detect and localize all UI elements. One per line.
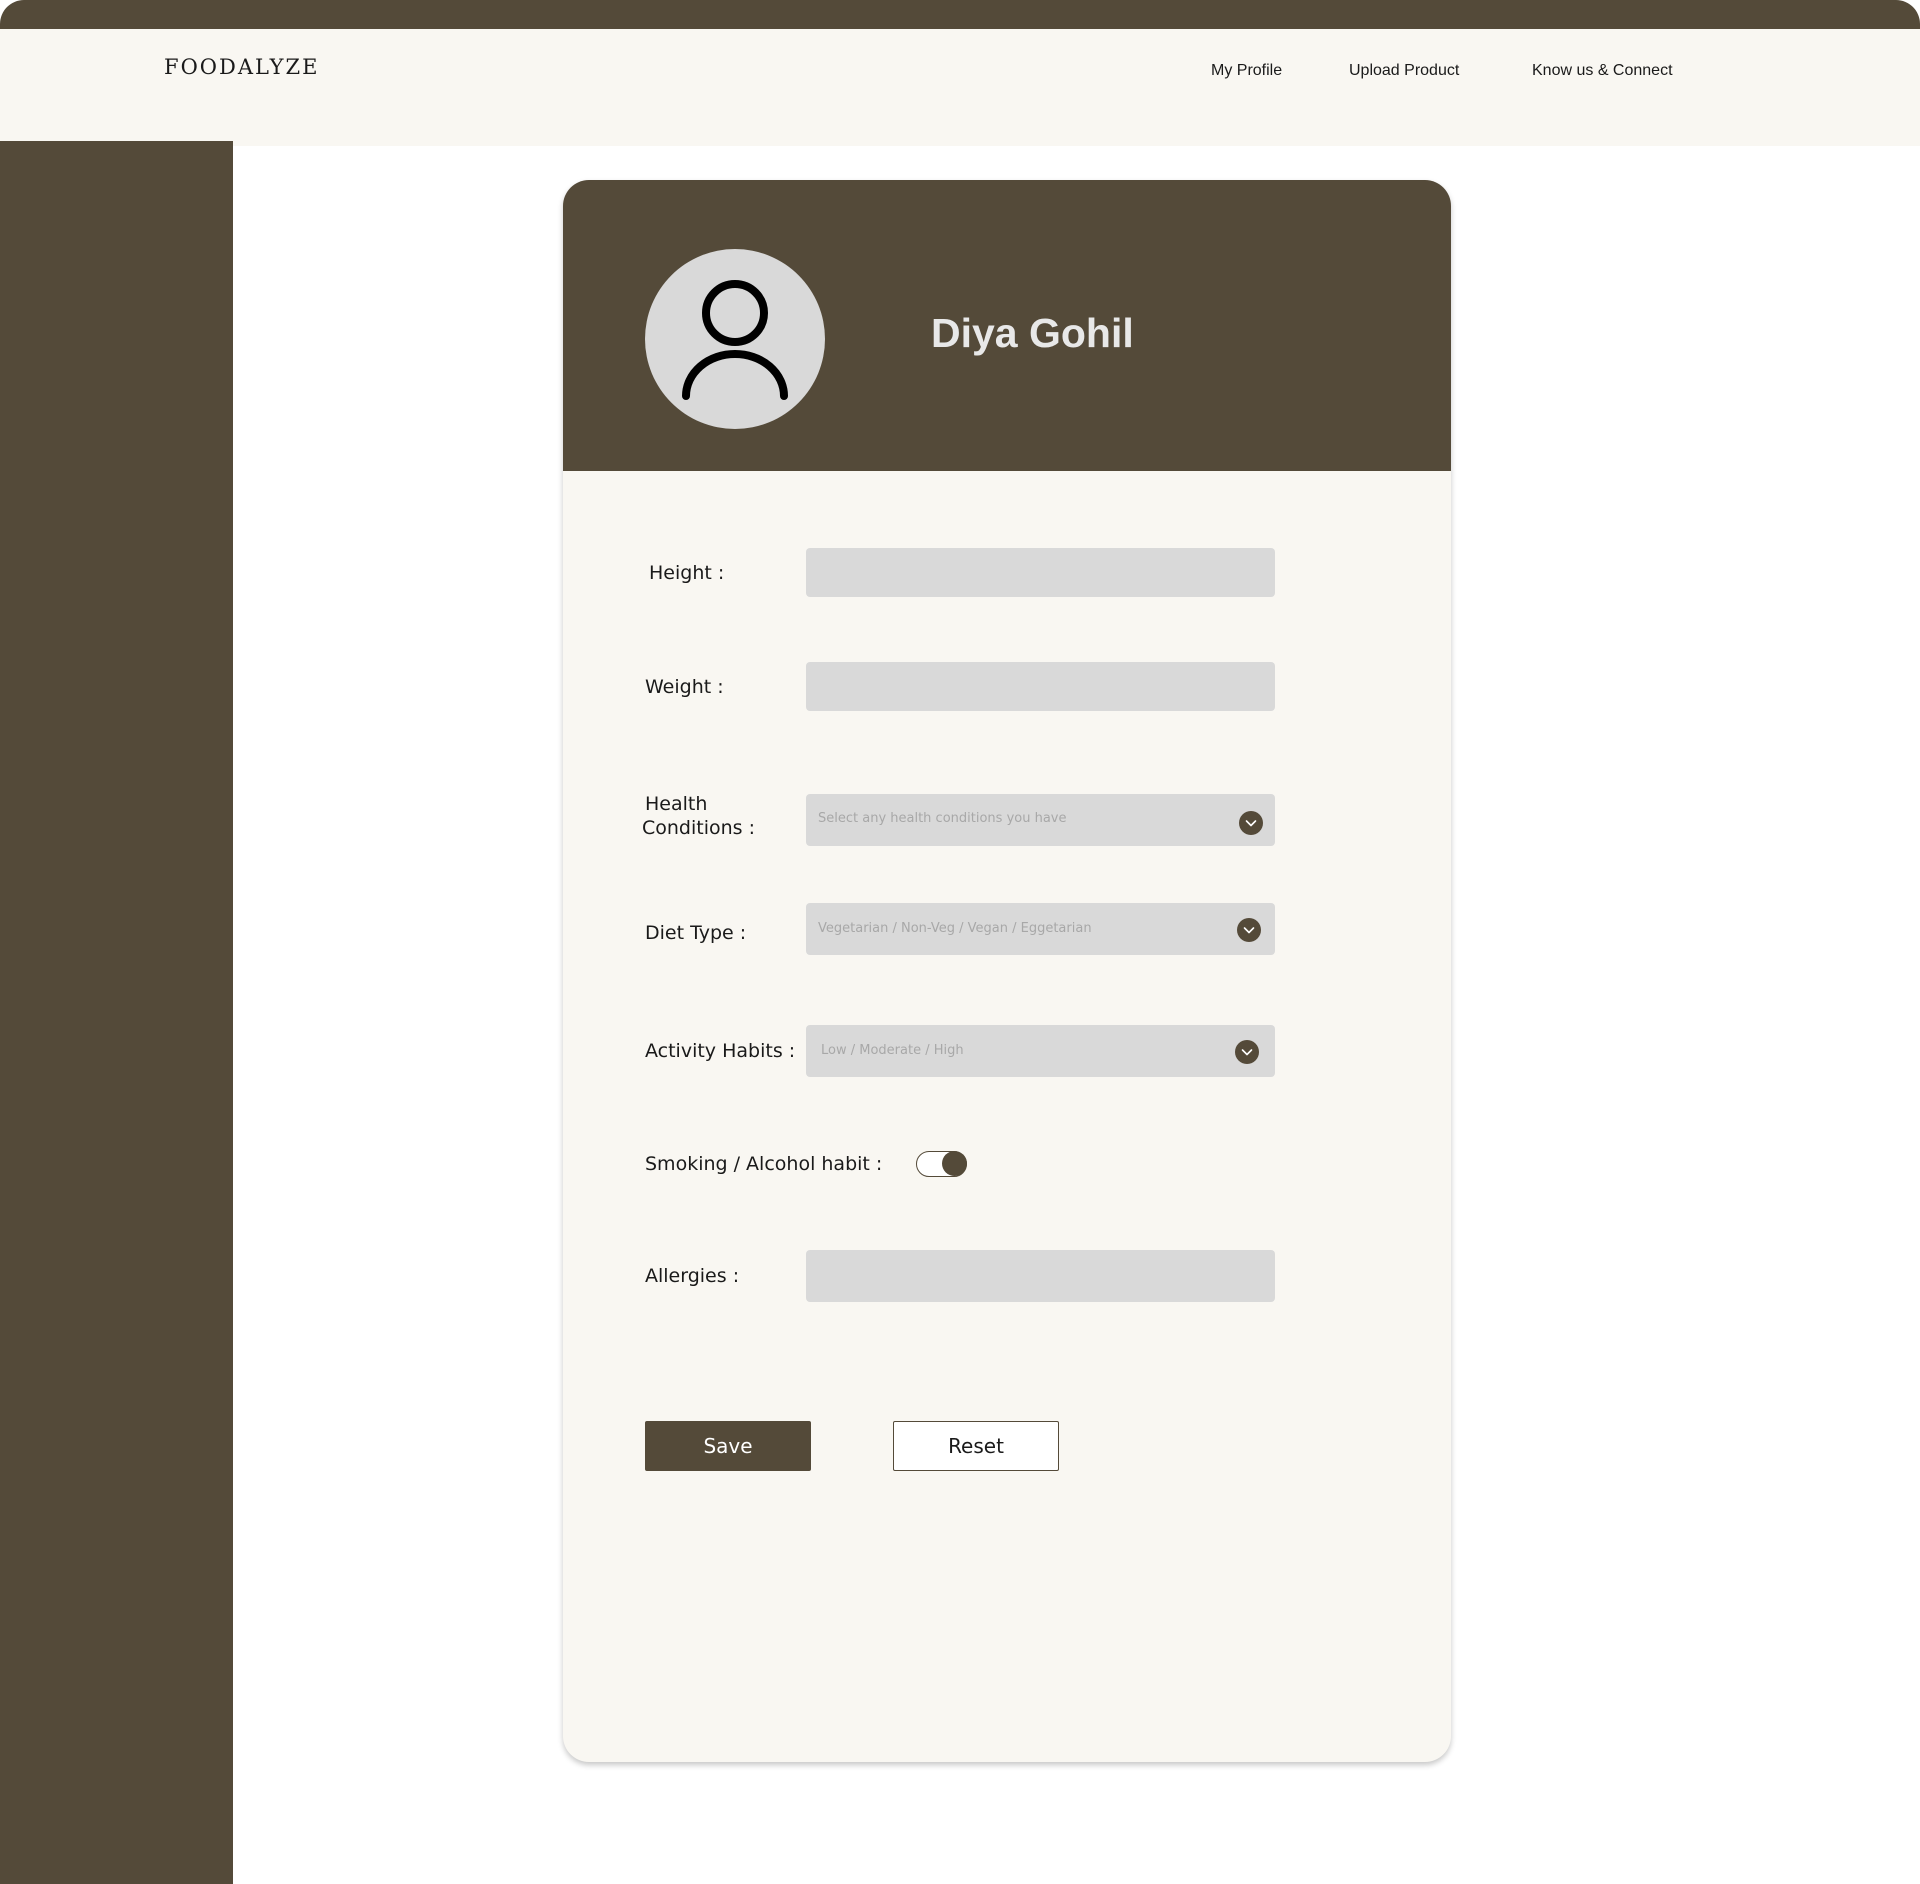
- activity-habits-select[interactable]: Low / Moderate / High: [806, 1025, 1275, 1077]
- user-icon: [682, 280, 788, 400]
- logo[interactable]: FOODALYZE: [164, 55, 319, 79]
- profile-header: Diya Gohil: [563, 180, 1451, 471]
- activity-habits-label: Activity Habits :: [645, 1040, 796, 1062]
- height-label: Height :: [649, 562, 725, 584]
- height-input[interactable]: [806, 548, 1275, 597]
- allergies-input[interactable]: [806, 1250, 1275, 1302]
- diet-type-placeholder: Vegetarian / Non-Veg / Vegan / Eggetaria…: [818, 921, 1092, 936]
- save-button[interactable]: Save: [645, 1421, 811, 1471]
- chevron-down-icon[interactable]: [1239, 811, 1263, 835]
- nav-know-us-connect[interactable]: Know us & Connect: [1532, 62, 1673, 80]
- allergies-label: Allergies :: [645, 1265, 740, 1287]
- diet-type-select[interactable]: Vegetarian / Non-Veg / Vegan / Eggetaria…: [806, 903, 1275, 955]
- user-name: Diya Gohil: [931, 310, 1134, 356]
- nav-upload-product[interactable]: Upload Product: [1349, 62, 1459, 80]
- smoking-alcohol-toggle[interactable]: [916, 1151, 967, 1177]
- profile-card: Diya Gohil Height : Weight : Health Cond…: [563, 180, 1451, 1762]
- sidebar: [0, 141, 233, 1884]
- activity-habits-placeholder: Low / Moderate / High: [821, 1043, 964, 1058]
- health-conditions-select[interactable]: Select any health conditions you have: [806, 794, 1275, 846]
- chevron-down-icon[interactable]: [1237, 918, 1261, 942]
- nav-my-profile[interactable]: My Profile: [1211, 62, 1282, 80]
- weight-input[interactable]: [806, 662, 1275, 711]
- health-conditions-label-line2: Conditions :: [642, 817, 756, 839]
- health-conditions-label-line1: Health: [645, 793, 708, 815]
- weight-label: Weight :: [645, 676, 724, 698]
- site-header: FOODALYZE My Profile Upload Product Know…: [0, 29, 1920, 146]
- smoking-alcohol-label: Smoking / Alcohol habit :: [645, 1153, 883, 1175]
- avatar[interactable]: [645, 249, 825, 429]
- diet-type-label: Diet Type :: [645, 922, 747, 944]
- toggle-knob: [942, 1151, 967, 1176]
- reset-button[interactable]: Reset: [893, 1421, 1059, 1471]
- chevron-down-icon[interactable]: [1235, 1040, 1259, 1064]
- health-conditions-placeholder: Select any health conditions you have: [818, 811, 1067, 826]
